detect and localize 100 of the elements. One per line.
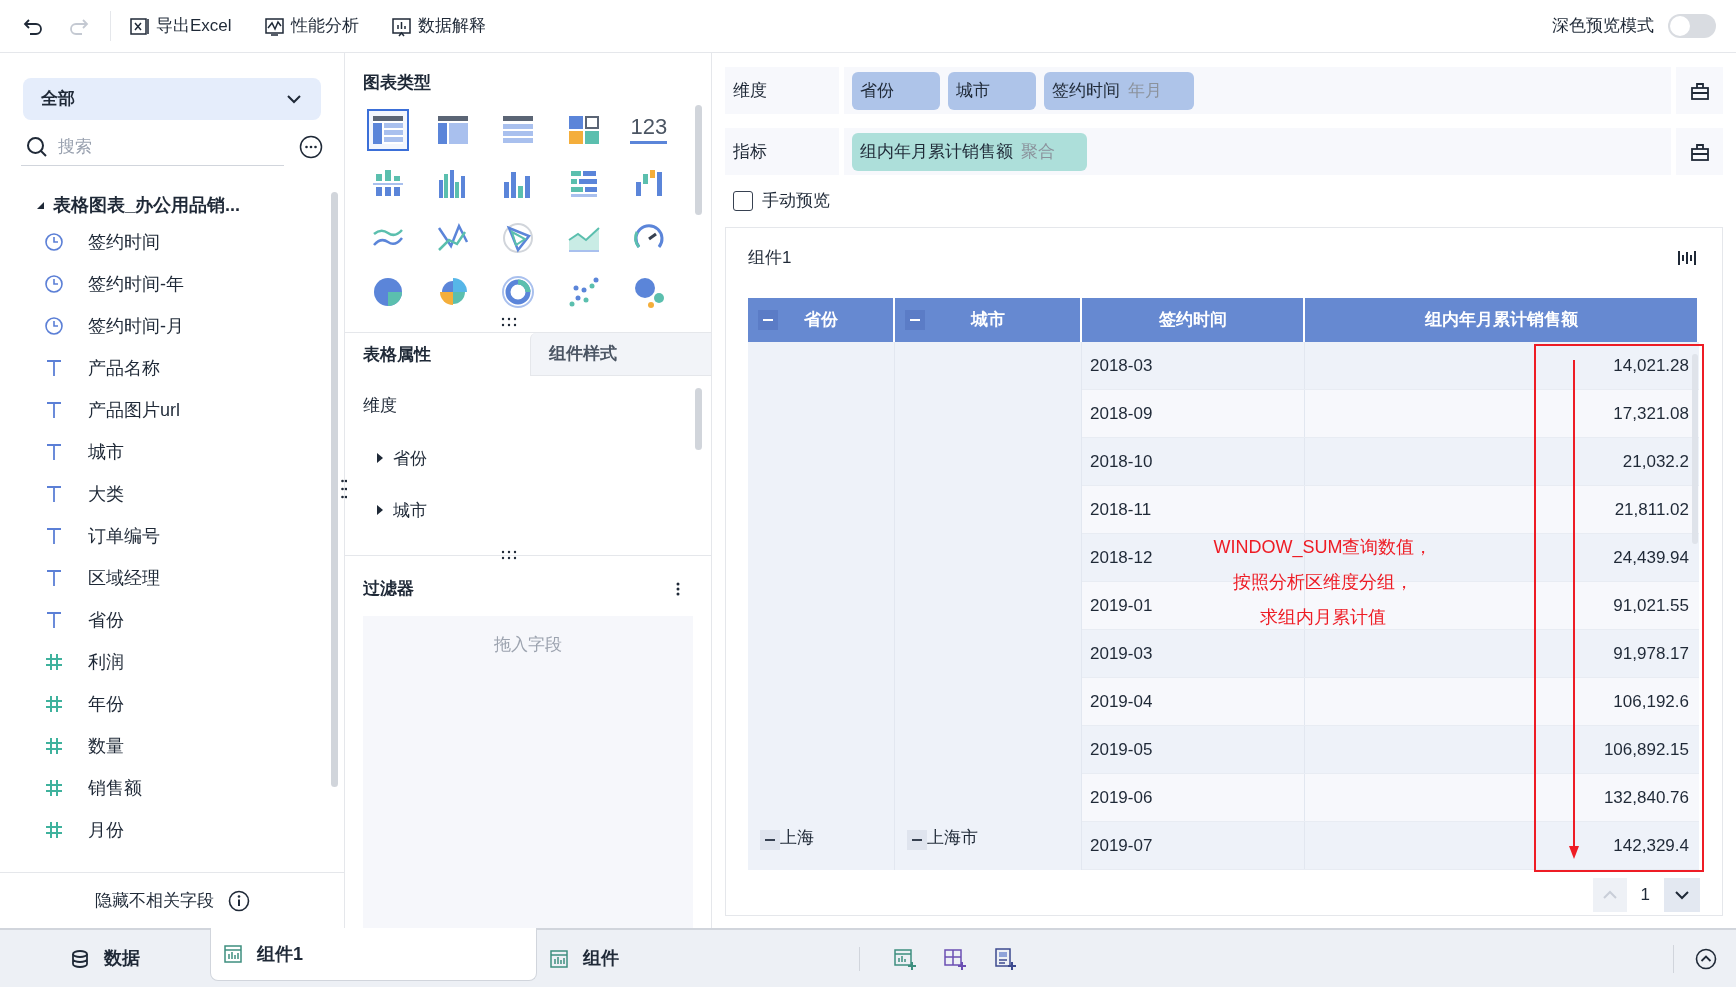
chart-type-button[interactable]	[367, 108, 409, 151]
category-dropdown[interactable]: 全部	[23, 78, 321, 120]
toolbar-button[interactable]: 性能分析	[259, 9, 363, 43]
excel-icon	[129, 15, 150, 37]
field-item[interactable]: 签约时间-年	[0, 263, 344, 305]
collapse-button[interactable]	[905, 310, 925, 330]
field-item[interactable]: 利润	[0, 641, 344, 683]
annotation-text: 求组内月累计值	[1260, 606, 1386, 629]
text-type-icon	[44, 484, 64, 504]
drag-handle-icon[interactable]	[341, 478, 347, 500]
field-item[interactable]: 数量	[0, 725, 344, 767]
field-item[interactable]: 大类	[0, 473, 344, 515]
hash-icon	[44, 694, 64, 714]
table-cell-text: 91,978.17	[1613, 642, 1689, 665]
table-cell-text: 21,811.02	[1614, 498, 1689, 521]
field-item[interactable]: 签约时间	[0, 221, 344, 263]
collapse-button[interactable]	[907, 830, 927, 850]
shelf-settings-button[interactable]	[1676, 128, 1723, 175]
dimension-item[interactable]: 省份	[345, 432, 427, 485]
table-cell-text: 2019-06	[1090, 786, 1153, 809]
pill-suffix: 年月	[1128, 79, 1162, 102]
bottom-tab[interactable]: 组件	[537, 930, 807, 987]
table-cell-text: 106,192.6	[1613, 690, 1689, 713]
next-page-button[interactable]	[1664, 878, 1700, 912]
shelf-settings-button[interactable]	[1676, 67, 1723, 114]
scrollbar[interactable]	[695, 105, 702, 215]
section-title: 图表类型	[363, 72, 432, 94]
chevron-up-circle-icon	[1695, 947, 1717, 970]
more-options-button[interactable]	[298, 134, 324, 160]
field-item[interactable]: 月份	[0, 809, 344, 851]
panel-tab[interactable]: 组件样式	[530, 332, 711, 377]
shelf-drop-zone[interactable]: 组内年月累计销售额 聚合	[844, 128, 1671, 175]
collapse-panel-button[interactable]	[1694, 946, 1718, 971]
table-cell-text: 2018-10	[1090, 450, 1153, 473]
dark-mode-toggle[interactable]	[1668, 14, 1716, 38]
field-pill[interactable]: 省份	[852, 71, 940, 110]
minus-icon	[912, 839, 922, 841]
field-item[interactable]: 订单编号	[0, 515, 344, 557]
minus-icon	[765, 839, 775, 841]
field-item[interactable]: 区域经理	[0, 557, 344, 599]
field-item[interactable]: 年份	[0, 683, 344, 725]
info-icon	[227, 889, 250, 912]
table-cell-text: 132,840.76	[1603, 786, 1689, 809]
add-component-button[interactable]	[992, 945, 1018, 972]
annotation-text: WINDOW_SUM查询数值，	[1213, 536, 1433, 560]
dimension-item[interactable]: 城市	[345, 484, 427, 537]
bottom-tab[interactable]: 组件1	[210, 928, 537, 981]
hash-icon	[44, 820, 64, 840]
add-report-icon	[993, 946, 1017, 971]
table-cell-text: 上海市	[927, 826, 978, 849]
dataset-name[interactable]: 表格图表_办公用品销...	[53, 192, 240, 219]
shelf-drop-zone[interactable]: 省份 城市 签约时间 年月	[844, 67, 1671, 114]
manual-preview-checkbox[interactable]: 手动预览	[733, 187, 830, 215]
drag-handle-icon[interactable]	[501, 550, 517, 561]
toolbar-button[interactable]: 导出Excel	[125, 9, 236, 43]
toolbox-icon	[1689, 80, 1710, 101]
kebab-icon	[676, 581, 680, 596]
field-item[interactable]: 省份	[0, 599, 344, 641]
toolbar-button[interactable]: 数据解释	[386, 9, 490, 43]
bar-chart-icon	[390, 15, 412, 37]
drag-handle-icon[interactable]	[501, 317, 517, 327]
hash-icon	[44, 652, 64, 672]
table-cell-text: 2019-04	[1090, 690, 1153, 713]
field-item[interactable]: 产品图片url	[0, 389, 344, 431]
clock-icon	[44, 316, 64, 336]
collapse-button[interactable]	[758, 310, 778, 330]
table-cell-text: 2019-01	[1090, 594, 1153, 617]
table-cell-text: 14,021.28	[1613, 354, 1689, 377]
text-type-icon	[44, 358, 64, 378]
hash-icon	[44, 778, 64, 798]
search-field[interactable]: 搜索	[58, 133, 279, 160]
field-item[interactable]: 签约时间-月	[0, 305, 344, 347]
text-type-icon	[44, 442, 64, 462]
table-cell-text: 2018-11	[1090, 498, 1152, 521]
field-item[interactable]: 城市	[0, 431, 344, 473]
scrollbar[interactable]	[1692, 354, 1698, 544]
table-cell-text: 142,329.4	[1613, 834, 1689, 857]
page-number: 1	[1639, 884, 1651, 907]
bar-chart-icon	[223, 944, 243, 964]
field-item[interactable]: 销售额	[0, 767, 344, 809]
scrollbar[interactable]	[695, 388, 702, 451]
clock-icon	[44, 274, 64, 294]
shelf-label: 指标	[725, 128, 839, 175]
bottom-tab[interactable]: 数据	[0, 930, 210, 987]
field-pill[interactable]: 签约时间 年月	[1044, 71, 1194, 110]
chart-type-button[interactable]: 123	[627, 108, 670, 151]
scrollbar[interactable]	[331, 192, 338, 787]
collapse-button[interactable]	[760, 830, 780, 850]
table-cell-text: 21,032.2	[1622, 450, 1689, 473]
add-table-icon	[943, 946, 967, 971]
pulse-chart-icon	[263, 15, 285, 37]
bar-chart-icon	[549, 948, 569, 969]
field-pill[interactable]: 组内年月累计销售额 聚合	[852, 132, 1087, 171]
table-cell-text: 2019-05	[1090, 738, 1153, 761]
table-cell-text: 91,021.55	[1613, 594, 1689, 617]
hash-icon	[44, 736, 64, 756]
clock-icon	[44, 232, 64, 252]
table-cell-text: 106,892.15	[1603, 738, 1689, 761]
field-pill[interactable]: 城市	[948, 71, 1036, 110]
field-item[interactable]: 产品名称	[0, 347, 344, 389]
